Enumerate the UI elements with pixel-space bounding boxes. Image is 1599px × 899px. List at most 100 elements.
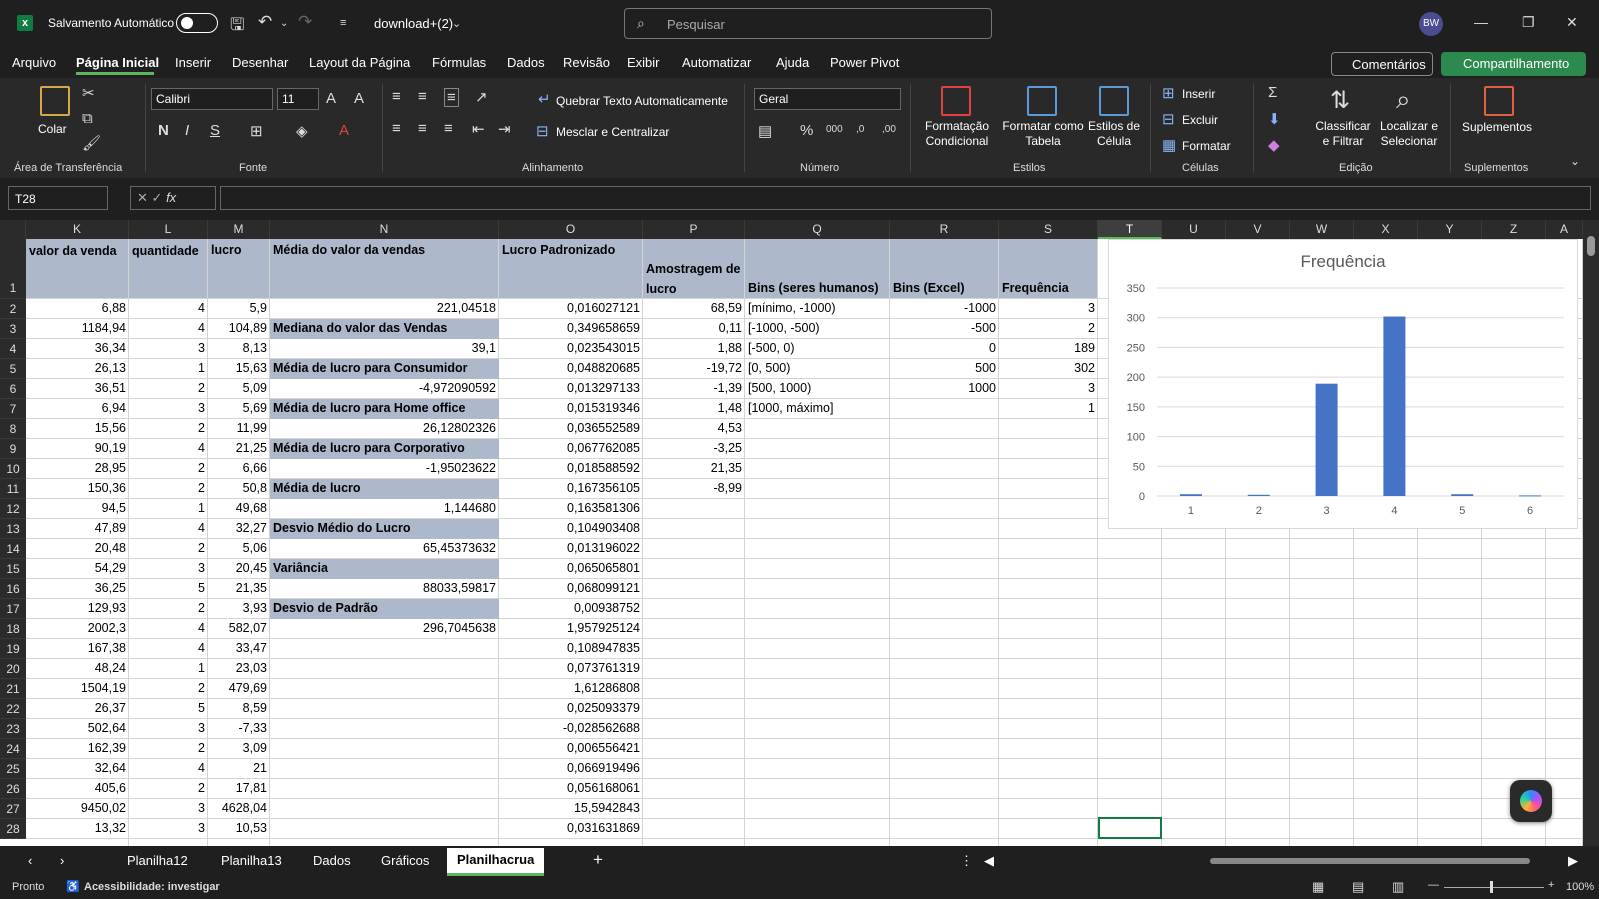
decrease-indent-icon[interactable]: ⇤ [472, 120, 485, 138]
format-cells-icon[interactable]: ▦ [1162, 136, 1176, 154]
cell-N6[interactable]: -4,972090592 [270, 379, 499, 399]
row-header[interactable]: 27 [0, 799, 26, 819]
cell-M19[interactable]: 33,47 [208, 639, 270, 659]
frequency-chart[interactable]: Frequência 0 50 100 150 200 250 300 350 1 2 3 4 5 6 [1108, 239, 1578, 529]
cell-L14[interactable]: 2 [129, 539, 208, 559]
addins-icon[interactable] [1484, 86, 1514, 116]
cell-M3[interactable]: 104,89 [208, 319, 270, 339]
tab-formulas[interactable]: Fórmulas [432, 55, 486, 70]
cell-L27[interactable]: 3 [129, 799, 208, 819]
sheet-tab-planilha12[interactable]: Planilha12 [127, 853, 188, 868]
cell-O20[interactable]: 0,073761319 [499, 659, 643, 679]
sort-filter-button[interactable]: Classificar e Filtrar [1313, 119, 1373, 149]
copy-icon[interactable]: ⧉ [82, 110, 93, 127]
cell-M17[interactable]: 3,93 [208, 599, 270, 619]
cell-L17[interactable]: 2 [129, 599, 208, 619]
cell-P9[interactable]: -3,25 [643, 439, 745, 459]
row-header[interactable]: 7 [0, 399, 26, 419]
cell-N7[interactable]: Média de lucro para Home office [270, 399, 499, 419]
cell-L9[interactable]: 4 [129, 439, 208, 459]
cell-P7[interactable]: 1,48 [643, 399, 745, 419]
cell-K4[interactable]: 36,34 [26, 339, 129, 359]
cell-M10[interactable]: 6,66 [208, 459, 270, 479]
cell-styles-icon[interactable] [1099, 86, 1129, 116]
cell-N16[interactable]: 88033,59817 [270, 579, 499, 599]
cell-O24[interactable]: 0,006556421 [499, 739, 643, 759]
cell-L5[interactable]: 1 [129, 359, 208, 379]
cell-O8[interactable]: 0,036552589 [499, 419, 643, 439]
cell-O13[interactable]: 0,104903408 [499, 519, 643, 539]
next-sheet-icon[interactable]: › [60, 853, 64, 868]
tab-dados[interactable]: Dados [507, 55, 545, 70]
cut-icon[interactable]: ✂ [82, 84, 95, 102]
row-header[interactable]: 13 [0, 519, 26, 539]
insert-cells-button[interactable]: Inserir [1182, 87, 1215, 101]
row-header[interactable]: 22 [0, 699, 26, 719]
conditional-format-button[interactable]: Formatação Condicional [917, 119, 997, 149]
header-cell-P[interactable]: Amostragem de lucro [643, 259, 745, 299]
row-header[interactable]: 16 [0, 579, 26, 599]
cancel-icon[interactable]: ✕ [137, 190, 148, 205]
cell-K17[interactable]: 129,93 [26, 599, 129, 619]
cell-L21[interactable]: 2 [129, 679, 208, 699]
minimize-icon[interactable]: — [1474, 14, 1488, 30]
cell-M5[interactable]: 15,63 [208, 359, 270, 379]
cell-M18[interactable]: 582,07 [208, 619, 270, 639]
underline-icon[interactable]: S [210, 122, 220, 139]
cell-N18[interactable]: 296,7045638 [270, 619, 499, 639]
cell-O22[interactable]: 0,025093379 [499, 699, 643, 719]
cell-O28[interactable]: 0,031631869 [499, 819, 643, 839]
undo-icon[interactable]: ↶ [258, 12, 272, 32]
scroll-left-icon[interactable]: ◀ [984, 853, 994, 869]
row-header[interactable]: 14 [0, 539, 26, 559]
column-header-S[interactable]: S [999, 220, 1098, 239]
cell-K10[interactable]: 28,95 [26, 459, 129, 479]
decrease-decimal-icon[interactable]: ,00 [882, 124, 896, 135]
tab-automatizar[interactable]: Automatizar [682, 55, 751, 70]
cell-M21[interactable]: 479,69 [208, 679, 270, 699]
cell-M9[interactable]: 21,25 [208, 439, 270, 459]
cell-O19[interactable]: 0,108947835 [499, 639, 643, 659]
cell-L26[interactable]: 2 [129, 779, 208, 799]
insert-function-icon[interactable]: fx [166, 190, 176, 205]
cell-K18[interactable]: 2002,3 [26, 619, 129, 639]
header-cell-L[interactable]: quantidade [129, 241, 208, 299]
paste-icon[interactable] [40, 86, 70, 116]
header-cell-O[interactable]: Lucro Padronizado [499, 241, 643, 260]
row-header[interactable]: 23 [0, 719, 26, 739]
cell-O2[interactable]: 0,016027121 [499, 299, 643, 319]
align-bottom-icon[interactable]: ≡ [444, 88, 459, 107]
fill-icon[interactable]: ⬇ [1268, 110, 1281, 128]
row-header[interactable]: 12 [0, 499, 26, 519]
row-header[interactable]: 6 [0, 379, 26, 399]
addins-button[interactable]: Suplementos [1462, 120, 1532, 134]
row-header[interactable]: 15 [0, 559, 26, 579]
horizontal-scrollbar[interactable] [1210, 858, 1530, 864]
autosave-toggle[interactable] [176, 13, 218, 33]
cell-L13[interactable]: 4 [129, 519, 208, 539]
find-select-button[interactable]: Localizar e Selecionar [1374, 119, 1444, 149]
tab-power-pivot[interactable]: Power Pivot [830, 55, 899, 70]
cell-P2[interactable]: 68,59 [643, 299, 745, 319]
cell-O25[interactable]: 0,066919496 [499, 759, 643, 779]
number-format-select[interactable]: Geral [754, 88, 901, 110]
row-header[interactable]: 17 [0, 599, 26, 619]
cell-S2[interactable]: 3 [999, 299, 1098, 319]
cell-M28[interactable]: 10,53 [208, 819, 270, 839]
clear-icon[interactable]: ◆ [1268, 136, 1280, 154]
cell-K8[interactable]: 15,56 [26, 419, 129, 439]
comments-button[interactable]: Comentários [1331, 52, 1433, 76]
delete-cells-icon[interactable]: ⊟ [1162, 110, 1175, 128]
row-header[interactable]: 25 [0, 759, 26, 779]
cell-M20[interactable]: 23,03 [208, 659, 270, 679]
cell-M11[interactable]: 50,8 [208, 479, 270, 499]
cell-L10[interactable]: 2 [129, 459, 208, 479]
selected-cell-T28[interactable] [1098, 817, 1162, 839]
cell-K7[interactable]: 6,94 [26, 399, 129, 419]
cell-L16[interactable]: 5 [129, 579, 208, 599]
cell-L18[interactable]: 4 [129, 619, 208, 639]
column-header-T[interactable]: T [1098, 220, 1162, 239]
align-left-icon[interactable]: ≡ [392, 120, 401, 137]
cell-K15[interactable]: 54,29 [26, 559, 129, 579]
cell-L3[interactable]: 4 [129, 319, 208, 339]
